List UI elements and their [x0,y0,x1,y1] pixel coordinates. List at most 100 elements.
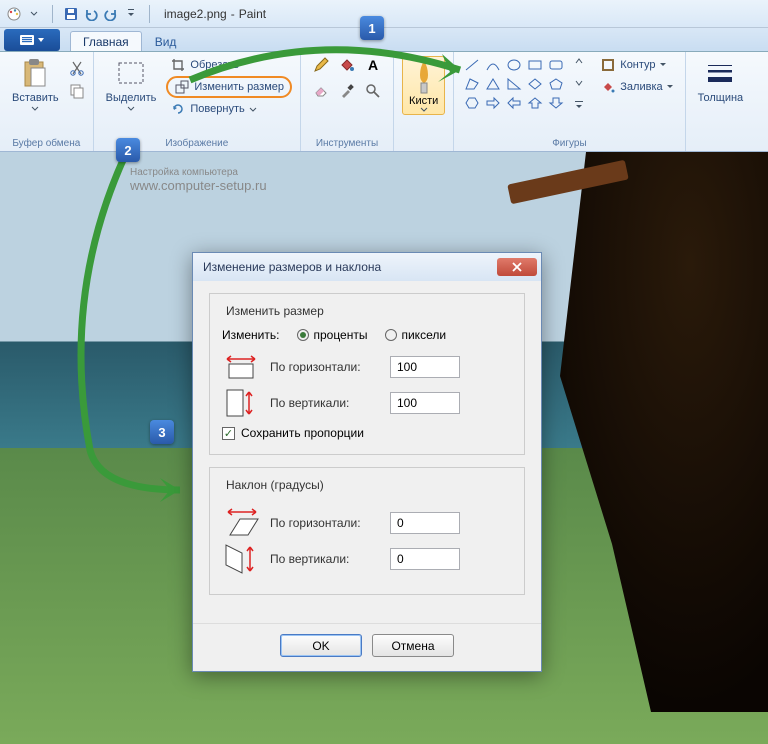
eraser-tool[interactable] [309,82,333,100]
shapes-gallery[interactable] [462,56,566,112]
paste-button[interactable]: Вставить [8,56,63,113]
crop-icon [170,57,186,73]
close-button[interactable] [497,258,537,276]
radio-pixels[interactable]: пиксели [385,328,446,342]
size-button[interactable]: Толщина [694,56,748,106]
shape-polygon-icon[interactable] [462,75,482,93]
group-image: Выделить Обрезать Изменить размер Поверн… [94,52,301,151]
vert-skew-icon [222,544,260,574]
tab-home[interactable]: Главная [70,31,142,51]
shape-rtriangle-icon[interactable] [504,75,524,93]
resize-fieldset: Изменить размер Изменить: проценты пиксе… [209,293,525,455]
text-tool[interactable]: A [361,56,385,74]
skew-vert-label: По вертикали: [270,552,380,566]
radio-icon [297,329,309,341]
group-brushes: Кисти [394,52,454,151]
ribbon: Вставить Буфер обмена Выделить Обрезать … [0,52,768,152]
shape-roundrect-icon[interactable] [546,56,566,74]
brushes-button[interactable]: Кисти [402,56,445,115]
photo-dog [508,152,768,712]
crop-button[interactable]: Обрезать [166,56,292,74]
paste-label: Вставить [12,92,59,104]
shape-larrow-icon[interactable] [504,94,524,112]
fill-button[interactable]: Заливка [596,78,676,96]
file-menu-button[interactable] [4,29,60,51]
pencil-tool[interactable] [309,56,333,74]
expand-icon[interactable] [574,100,584,110]
qat-dropdown-icon[interactable] [26,6,42,22]
outline-icon [600,57,616,73]
group-clipboard: Вставить Буфер обмена [0,52,94,151]
outline-button[interactable]: Контур [596,56,676,74]
aspect-label: Сохранить пропорции [241,426,364,440]
shape-darrow-icon[interactable] [546,94,566,112]
dialog-title: Изменение размеров и наклона [203,260,381,274]
brush-icon [410,59,438,95]
cut-icon[interactable] [69,60,85,81]
shape-line-icon[interactable] [462,56,482,74]
select-button[interactable]: Выделить [102,56,161,113]
vert-input[interactable]: 100 [390,392,460,414]
select-icon [115,58,147,90]
rotate-button[interactable]: Повернуть [166,100,292,118]
chevron-down-icon [31,106,39,111]
copy-icon[interactable] [69,83,85,104]
shape-rect-icon[interactable] [525,56,545,74]
shape-pentagon-icon[interactable] [546,75,566,93]
by-label: Изменить: [222,328,279,342]
resize-button[interactable]: Изменить размер [166,76,292,98]
skew-horiz-label: По горизонтали: [270,516,380,530]
qat-customize-icon[interactable] [123,6,139,22]
shape-rarrow-icon[interactable] [483,94,503,112]
horiz-resize-icon [222,352,260,382]
horiz-label: По горизонтали: [270,360,380,374]
undo-icon[interactable] [83,6,99,22]
group-label-tools: Инструменты [309,136,385,149]
title-bar: image2.png - Paint [0,0,768,28]
skew-vert-input[interactable]: 0 [390,548,460,570]
title-app: Paint [239,7,266,21]
radio-icon [385,329,397,341]
clipboard-icon [19,58,51,90]
shape-oval-icon[interactable] [504,56,524,74]
aspect-checkbox[interactable]: ✓ [222,427,235,440]
chevron-down-icon [420,107,428,112]
vert-label: По вертикали: [270,396,380,410]
dialog-titlebar[interactable]: Изменение размеров и наклона [193,253,541,281]
svg-text:A: A [368,57,378,73]
skew-horiz-input[interactable]: 0 [390,512,460,534]
skew-fieldset: Наклон (градусы) По горизонтали: 0 По ве… [209,467,525,595]
group-label-clipboard: Буфер обмена [8,136,85,149]
vert-resize-icon [222,388,260,418]
radio-percent[interactable]: проценты [297,328,367,342]
bucket-icon [600,79,616,95]
shape-hexagon-icon[interactable] [462,94,482,112]
shape-uarrow-icon[interactable] [525,94,545,112]
tab-view[interactable]: Вид [142,31,190,51]
resize-icon [174,79,190,95]
paint-logo-icon [6,6,22,22]
cancel-button[interactable]: Отмена [372,634,454,657]
title-filename: image2.png [164,7,227,21]
fill-tool[interactable] [335,56,359,74]
select-label: Выделить [106,92,157,104]
callout-3: 3 [150,420,174,444]
ok-button[interactable]: OK [280,634,362,657]
group-label-shapes: Фигуры [462,136,676,149]
shape-curve-icon[interactable] [483,56,503,74]
picker-tool[interactable] [335,82,359,100]
thickness-icon [704,58,736,90]
shape-diamond-icon[interactable] [525,75,545,93]
redo-icon[interactable] [103,6,119,22]
close-icon [511,262,523,272]
shape-triangle-icon[interactable] [483,75,503,93]
scroll-up-icon[interactable] [574,56,584,66]
save-icon[interactable] [63,6,79,22]
horiz-input[interactable]: 100 [390,356,460,378]
zoom-tool[interactable] [361,82,385,100]
scroll-down-icon[interactable] [574,78,584,88]
resize-dialog: Изменение размеров и наклона Изменить ра… [192,252,542,672]
callout-1: 1 [360,16,384,40]
group-tools: A Инструменты [301,52,394,151]
callout-2: 2 [116,138,140,162]
